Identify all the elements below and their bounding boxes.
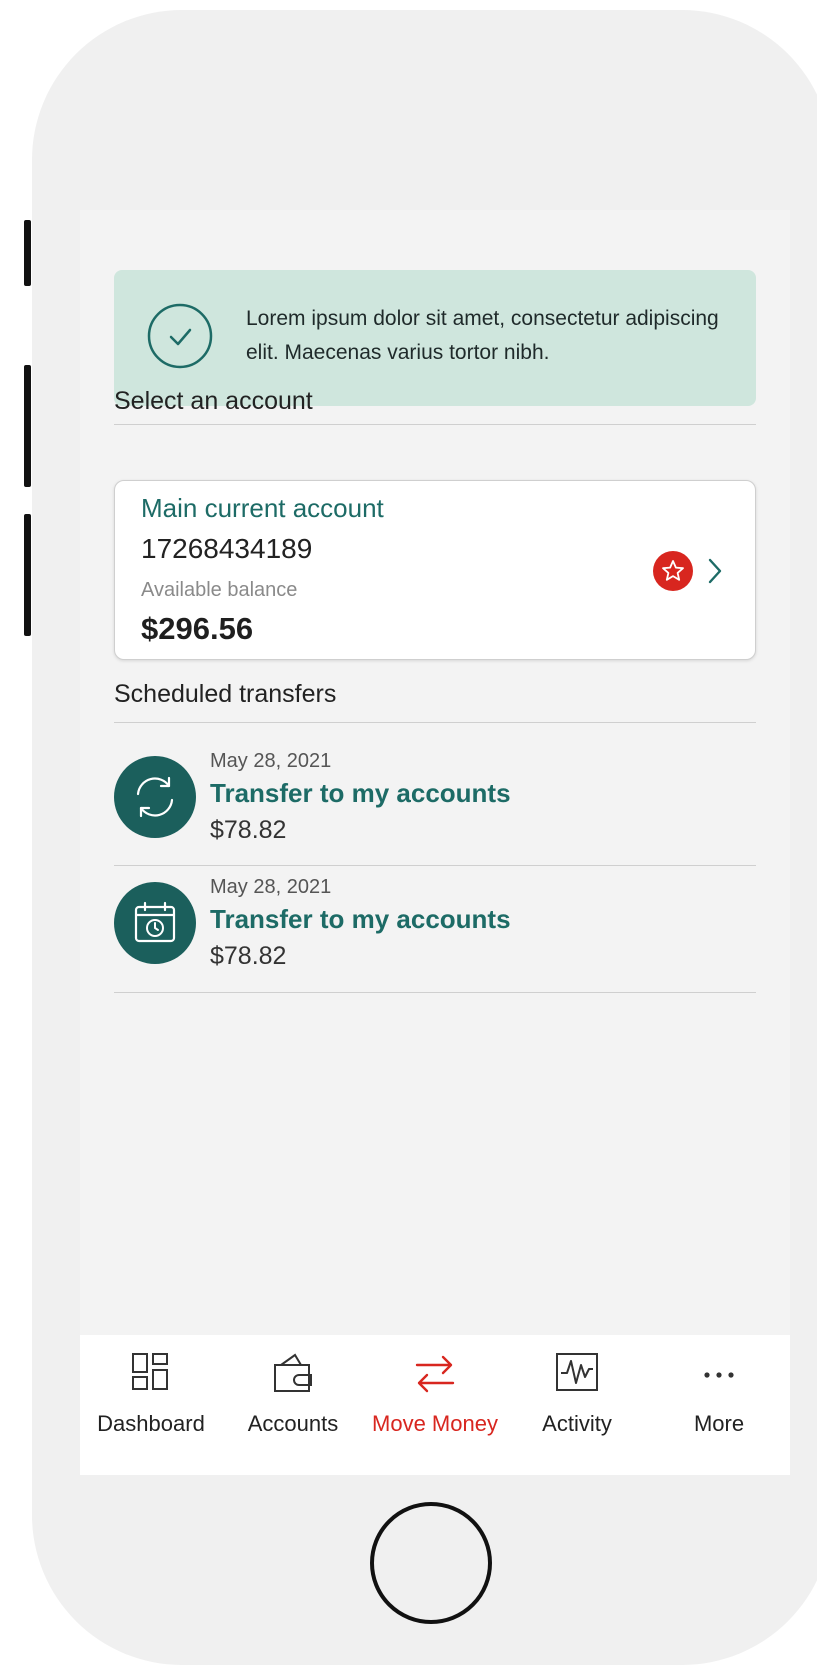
star-icon	[662, 560, 684, 581]
transfer-icon-badge	[114, 882, 196, 964]
transfer-date: May 28, 2021	[210, 876, 332, 898]
volume-down-button	[24, 514, 31, 636]
transfer-name: Transfer to my accounts	[210, 778, 511, 808]
divider	[114, 424, 756, 425]
balance-amount: $296.56	[141, 611, 254, 646]
account-name: Main current account	[141, 493, 384, 523]
dashboard-icon	[132, 1353, 168, 1390]
select-account-title: Select an account	[114, 387, 313, 415]
tab-label: Move Money	[372, 1411, 498, 1436]
app-screen: Lorem ipsum dolor sit amet, consectetur …	[80, 210, 790, 1475]
bottom-tab-bar: Dashboard Accounts Move Money Activity M…	[80, 1335, 790, 1475]
scheduled-transfers-title: Scheduled transfers	[114, 680, 337, 708]
tab-label: Accounts	[247, 1411, 339, 1436]
divider	[114, 992, 756, 993]
balance-label: Available balance	[141, 579, 298, 601]
success-alert: Lorem ipsum dolor sit amet, consectetur …	[114, 270, 756, 406]
volume-up-button	[24, 365, 31, 487]
favorite-badge	[653, 551, 693, 591]
transfer-icon-badge	[114, 756, 196, 838]
tab-accounts[interactable]: Accounts	[222, 1335, 364, 1475]
tab-label: Dashboard	[97, 1411, 205, 1436]
account-card[interactable]: Main current account 17268434189 Availab…	[114, 480, 756, 660]
calendar-clock-icon	[134, 901, 176, 943]
tab-move-money[interactable]: Move Money	[364, 1335, 506, 1475]
more-icon	[704, 1372, 734, 1378]
account-number: 17268434189	[141, 533, 313, 564]
transfer-item[interactable]: May 28, 2021 Transfer to my accounts $78…	[114, 740, 756, 866]
tab-dashboard[interactable]: Dashboard	[80, 1335, 222, 1475]
transfer-amount: $78.82	[210, 942, 287, 970]
alert-message: Lorem ipsum dolor sit amet, consectetur …	[246, 307, 719, 364]
recurring-icon	[136, 776, 174, 818]
home-button[interactable]	[370, 1502, 492, 1624]
tab-label: Activity	[542, 1411, 612, 1436]
activity-icon	[556, 1353, 598, 1391]
tab-activity[interactable]: Activity	[506, 1335, 648, 1475]
transfer-arrows-icon	[415, 1355, 455, 1393]
transfer-amount: $78.82	[210, 816, 287, 844]
transfer-date: May 28, 2021	[210, 750, 332, 772]
silent-switch	[24, 220, 31, 286]
check-circle-icon	[147, 303, 213, 369]
tab-label: More	[693, 1411, 745, 1436]
tab-more[interactable]: More	[648, 1335, 790, 1475]
wallet-icon	[274, 1353, 312, 1392]
chevron-right-icon[interactable]	[705, 557, 725, 585]
transfer-item[interactable]: May 28, 2021 Transfer to my accounts $78…	[114, 866, 756, 992]
transfer-name: Transfer to my accounts	[210, 904, 511, 934]
divider	[114, 722, 756, 723]
